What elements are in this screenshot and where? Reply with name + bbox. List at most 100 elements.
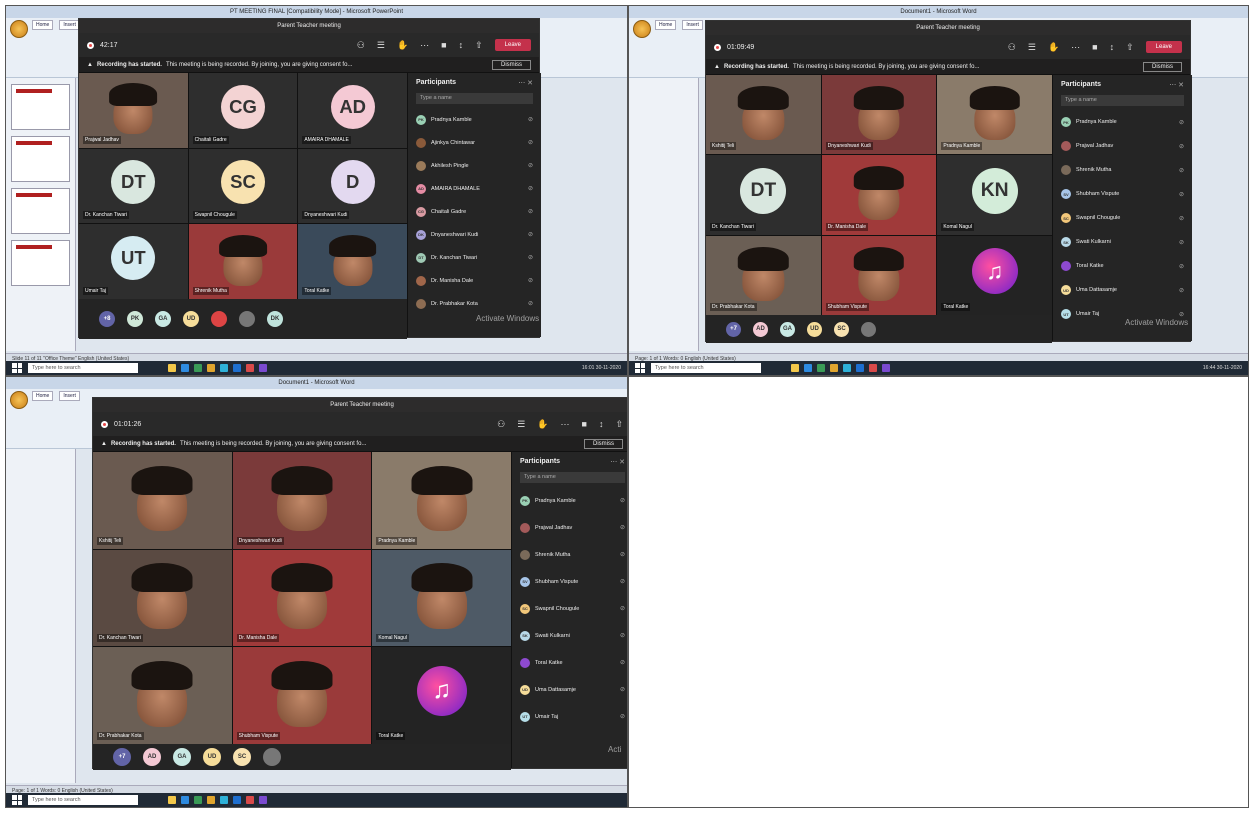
- participant-chip[interactable]: [239, 311, 255, 327]
- windows-start-icon[interactable]: [12, 795, 22, 805]
- participant-tile[interactable]: DT Dr. Kanchan Tiwari: [79, 148, 188, 224]
- dismiss-button[interactable]: Dismiss: [1143, 61, 1182, 72]
- participant-chip[interactable]: SC: [233, 748, 251, 766]
- participant-chip[interactable]: +8: [99, 311, 115, 327]
- participant-list-item[interactable]: Akhilesh Pingle ⊘: [408, 154, 541, 177]
- slide-thumbnail[interactable]: [11, 136, 70, 182]
- participant-chip[interactable]: +7: [726, 321, 741, 337]
- taskbar-app-icon[interactable]: [259, 364, 267, 372]
- share-icon[interactable]: ⇧: [1126, 42, 1134, 53]
- participant-tile[interactable]: Dr. Kanchan Tiwari: [93, 549, 232, 647]
- participant-list-item[interactable]: Dr. Manisha Dale ⊘: [408, 269, 541, 292]
- participant-chip[interactable]: GA: [780, 321, 795, 337]
- participant-list-item[interactable]: Ajinkya Chintawar ⊘: [408, 131, 541, 154]
- chat-icon[interactable]: ☰: [377, 40, 385, 51]
- taskbar-app-icon[interactable]: [220, 796, 228, 804]
- participant-chip[interactable]: SC: [834, 321, 849, 337]
- mic-icon[interactable]: ↕: [599, 419, 604, 429]
- slide-thumbnail[interactable]: [11, 240, 70, 286]
- participant-tile[interactable]: Kshitij Teli: [706, 75, 821, 155]
- camera-icon[interactable]: ■: [1092, 42, 1097, 52]
- participant-list-item[interactable]: DK Dnyaneshwari Kudi ⊘: [408, 223, 541, 246]
- participant-list-item[interactable]: CG Chaitali Gadre ⊘: [408, 200, 541, 223]
- taskbar-app-icon[interactable]: [882, 364, 890, 372]
- participant-list-item[interactable]: Toral Katke ⊘: [512, 649, 627, 676]
- taskbar-app-icon[interactable]: [869, 364, 877, 372]
- participant-list-item[interactable]: SV Shubham Vispute ⊘: [512, 568, 627, 595]
- taskbar-app-icon[interactable]: [207, 796, 215, 804]
- participant-tile[interactable]: Pradnya Kamble: [937, 75, 1052, 155]
- taskbar-app-icon[interactable]: [259, 796, 267, 804]
- participant-list-item[interactable]: DT Dr. Kanchan Tiwari ⊘: [408, 246, 541, 269]
- taskbar-app-icon[interactable]: [194, 364, 202, 372]
- participant-chip[interactable]: UD: [807, 321, 822, 337]
- taskbar-app-icon[interactable]: [168, 796, 176, 804]
- participant-list-item[interactable]: PK Pradnya Kamble ⊘: [1053, 110, 1192, 134]
- participant-tile[interactable]: Prajwal Jadhav: [79, 73, 188, 148]
- participant-tile[interactable]: Kshitij Teli: [93, 452, 232, 549]
- windows-start-icon[interactable]: [12, 363, 22, 373]
- raise-hand-icon[interactable]: ✋: [1048, 42, 1059, 53]
- windows-start-icon[interactable]: [635, 363, 645, 373]
- taskbar-app-icon[interactable]: [791, 364, 799, 372]
- taskbar-app-icon[interactable]: [843, 364, 851, 372]
- ribbon-tab[interactable]: Insert: [682, 20, 703, 30]
- ribbon-tab[interactable]: Insert: [59, 20, 80, 30]
- participant-search-input[interactable]: Type a name: [416, 93, 533, 104]
- more-icon[interactable]: ⋯: [1071, 42, 1080, 53]
- participant-tile[interactable]: Shubham Vispute: [232, 647, 372, 744]
- participant-chip[interactable]: AD: [753, 321, 768, 337]
- taskbar-search-box[interactable]: Type here to search: [651, 363, 761, 373]
- raise-hand-icon[interactable]: ✋: [397, 40, 408, 51]
- participant-tile[interactable]: D Dnyaneshwari Kudi: [298, 148, 407, 224]
- participant-tile[interactable]: Dr. Manisha Dale: [232, 549, 372, 647]
- participant-tile[interactable]: Dr. Prabhakar Kota: [93, 647, 232, 744]
- slide-thumbnail[interactable]: [11, 84, 70, 130]
- taskbar-app-icon[interactable]: [181, 364, 189, 372]
- panel-options-icon[interactable]: ⋯ ✕: [610, 458, 625, 466]
- participant-tile[interactable]: DT Dr. Kanchan Tiwari: [706, 155, 821, 235]
- ribbon-tab[interactable]: Home: [655, 20, 677, 30]
- participant-list-item[interactable]: UD Uma Dattasamje ⊘: [512, 676, 627, 703]
- taskbar-app-icon[interactable]: [246, 796, 254, 804]
- dismiss-button[interactable]: Dismiss: [492, 59, 531, 70]
- participant-list-item[interactable]: SK Swati Kulkarni ⊘: [1053, 230, 1192, 254]
- chat-icon[interactable]: ☰: [1028, 42, 1036, 53]
- participant-list-item[interactable]: Shrenik Mutha ⊘: [1053, 158, 1192, 182]
- taskbar-app-icon[interactable]: [233, 364, 241, 372]
- taskbar-app-icon[interactable]: [804, 364, 812, 372]
- participant-tile[interactable]: Shubham Vispute: [821, 235, 937, 315]
- panel-options-icon[interactable]: ⋯ ✕: [518, 79, 533, 87]
- taskbar-app-icon[interactable]: [246, 364, 254, 372]
- panel-options-icon[interactable]: ⋯ ✕: [1169, 81, 1184, 89]
- ribbon-tab[interactable]: Insert: [59, 391, 80, 401]
- participant-list-item[interactable]: UD Uma Dattasamje ⊘: [1053, 278, 1192, 302]
- participant-tile[interactable]: ♫ Toral Katke: [937, 235, 1052, 315]
- participant-chip[interactable]: DK: [267, 311, 283, 327]
- participant-search-input[interactable]: Type a name: [520, 472, 625, 483]
- participant-tile[interactable]: SC Swapnil Chougule: [188, 148, 298, 224]
- participant-list-item[interactable]: SK Swati Kulkarni ⊘: [512, 622, 627, 649]
- more-icon[interactable]: ⋯: [420, 40, 429, 51]
- people-icon[interactable]: ⚇: [497, 419, 505, 430]
- office-button-icon[interactable]: [10, 391, 28, 409]
- participant-list-item[interactable]: UT Umair Taj ⊘: [512, 703, 627, 730]
- participant-list-item[interactable]: Prajwal Jadhav ⊘: [1053, 134, 1192, 158]
- office-button-icon[interactable]: [10, 20, 28, 38]
- participant-list-item[interactable]: SC Swapnil Chougule ⊘: [512, 595, 627, 622]
- slide-thumbnail[interactable]: [11, 188, 70, 234]
- participant-tile[interactable]: CG Chaitali Gadre: [188, 73, 298, 148]
- taskbar-app-icon[interactable]: [168, 364, 176, 372]
- camera-icon[interactable]: ■: [441, 40, 446, 50]
- participant-chip[interactable]: +7: [113, 748, 131, 766]
- participant-chip[interactable]: AD: [143, 748, 161, 766]
- mic-icon[interactable]: ↕: [459, 40, 464, 50]
- participant-search-input[interactable]: Type a name: [1061, 95, 1184, 106]
- taskbar-app-icon[interactable]: [207, 364, 215, 372]
- participant-tile[interactable]: KN Komal Nagul: [937, 155, 1052, 235]
- share-icon[interactable]: ⇧: [475, 40, 483, 51]
- participant-chip[interactable]: GA: [173, 748, 191, 766]
- participant-list-item[interactable]: AD AMAIRA DHAMALE ⊘: [408, 177, 541, 200]
- participant-list-item[interactable]: Shrenik Mutha ⊘: [512, 541, 627, 568]
- participant-tile[interactable]: Dr. Prabhakar Kota: [706, 235, 821, 315]
